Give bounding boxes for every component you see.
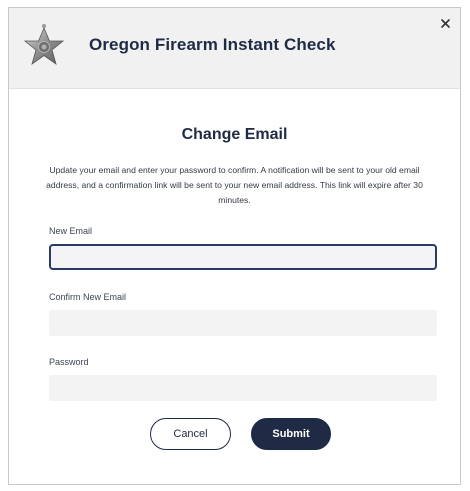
cancel-button[interactable]: Cancel <box>150 418 231 450</box>
submit-button[interactable]: Submit <box>251 418 331 450</box>
close-icon[interactable] <box>438 16 454 32</box>
modal-header: Oregon Firearm Instant Check <box>9 8 460 89</box>
password-field[interactable] <box>49 375 437 401</box>
new-email-field[interactable] <box>49 244 437 270</box>
app-title: Oregon Firearm Instant Check <box>89 35 336 54</box>
sheriff-star-badge-icon <box>21 22 67 72</box>
dialog-title: Change Email <box>181 126 288 143</box>
change-email-modal: Oregon Firearm Instant Check Change Emai… <box>8 7 461 485</box>
confirm-email-label: Confirm New Email <box>49 292 127 302</box>
password-label: Password <box>49 357 89 367</box>
new-email-label: New Email <box>49 226 93 236</box>
dialog-description: Update your email and enter your passwor… <box>46 165 423 205</box>
confirm-email-field[interactable] <box>49 310 437 336</box>
